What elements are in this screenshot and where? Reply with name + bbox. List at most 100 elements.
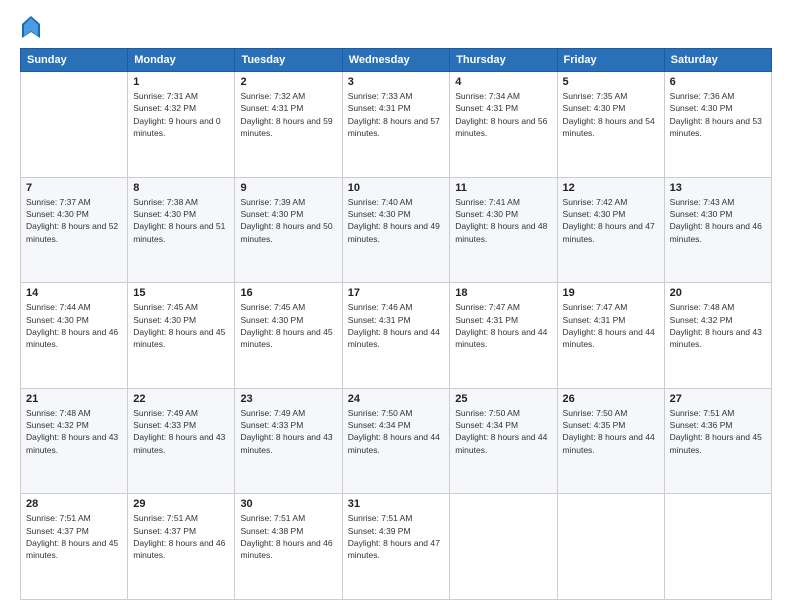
day-detail: Sunrise: 7:47 AMSunset: 4:31 PMDaylight:… [455,301,551,350]
calendar-cell: 10 Sunrise: 7:40 AMSunset: 4:30 PMDayligh… [342,177,450,283]
calendar-cell: 3 Sunrise: 7:33 AMSunset: 4:31 PMDaylight… [342,72,450,178]
calendar-cell: 24 Sunrise: 7:50 AMSunset: 4:34 PMDayligh… [342,388,450,494]
day-number: 11 [455,182,551,194]
day-detail: Sunrise: 7:51 AMSunset: 4:38 PMDaylight:… [240,512,336,561]
calendar-cell: 6 Sunrise: 7:36 AMSunset: 4:30 PMDaylight… [664,72,771,178]
day-number: 1 [133,76,229,88]
day-detail: Sunrise: 7:40 AMSunset: 4:30 PMDaylight:… [348,196,445,245]
day-detail: Sunrise: 7:49 AMSunset: 4:33 PMDaylight:… [133,407,229,456]
calendar-week-row: 7 Sunrise: 7:37 AMSunset: 4:30 PMDaylight… [21,177,772,283]
day-number: 3 [348,76,445,88]
day-number: 8 [133,182,229,194]
day-number: 12 [563,182,659,194]
calendar-cell: 25Sunrise: 7:50 AMSunset: 4:34 PMDayligh… [450,388,557,494]
day-number: 6 [670,76,766,88]
day-number: 9 [240,182,336,194]
day-number: 29 [133,498,229,510]
calendar-cell [21,72,128,178]
day-detail: Sunrise: 7:43 AMSunset: 4:30 PMDaylight:… [670,196,766,245]
calendar-cell: 9 Sunrise: 7:39 AMSunset: 4:30 PMDaylight… [235,177,342,283]
calendar-cell: 8 Sunrise: 7:38 AMSunset: 4:30 PMDaylight… [128,177,235,283]
calendar-cell [450,494,557,600]
day-number: 21 [26,393,122,405]
calendar-cell: 28 Sunrise: 7:51 AMSunset: 4:37 PMDayligh… [21,494,128,600]
header-tuesday: Tuesday [235,49,342,72]
calendar-cell: 17Sunrise: 7:46 AMSunset: 4:31 PMDayligh… [342,283,450,389]
calendar-cell [664,494,771,600]
day-detail: Sunrise: 7:51 AMSunset: 4:36 PMDaylight:… [670,407,766,456]
day-detail: Sunrise: 7:51 AMSunset: 4:37 PMDaylight:… [26,512,122,561]
day-detail: Sunrise: 7:36 AMSunset: 4:30 PMDaylight:… [670,90,766,139]
day-number: 22 [133,393,229,405]
calendar-week-row: 14Sunrise: 7:44 AMSunset: 4:30 PMDayligh… [21,283,772,389]
calendar-cell: 5 Sunrise: 7:35 AMSunset: 4:30 PMDaylight… [557,72,664,178]
calendar-cell: 30 Sunrise: 7:51 AMSunset: 4:38 PMDayligh… [235,494,342,600]
calendar-cell: 7 Sunrise: 7:37 AMSunset: 4:30 PMDaylight… [21,177,128,283]
calendar-cell: 11Sunrise: 7:41 AMSunset: 4:30 PMDayligh… [450,177,557,283]
day-number: 23 [240,393,336,405]
day-number: 7 [26,182,122,194]
day-detail: Sunrise: 7:48 AMSunset: 4:32 PMDaylight:… [26,407,122,456]
day-detail: Sunrise: 7:35 AMSunset: 4:30 PMDaylight:… [563,90,659,139]
calendar-week-row: 1Sunrise: 7:31 AMSunset: 4:32 PMDaylight… [21,72,772,178]
calendar-cell: 16 Sunrise: 7:45 AMSunset: 4:30 PMDayligh… [235,283,342,389]
day-number: 19 [563,287,659,299]
logo-icon [22,16,40,38]
calendar-cell: 12Sunrise: 7:42 AMSunset: 4:30 PMDayligh… [557,177,664,283]
day-detail: Sunrise: 7:51 AMSunset: 4:39 PMDaylight:… [348,512,445,561]
logo [20,18,40,38]
day-number: 5 [563,76,659,88]
calendar-week-row: 28 Sunrise: 7:51 AMSunset: 4:37 PMDayligh… [21,494,772,600]
header-sunday: Sunday [21,49,128,72]
day-detail: Sunrise: 7:37 AMSunset: 4:30 PMDaylight:… [26,196,122,245]
day-number: 27 [670,393,766,405]
day-detail: Sunrise: 7:33 AMSunset: 4:31 PMDaylight:… [348,90,445,139]
calendar-cell: 20 Sunrise: 7:48 AMSunset: 4:32 PMDayligh… [664,283,771,389]
day-number: 28 [26,498,122,510]
day-number: 30 [240,498,336,510]
calendar-cell: 14Sunrise: 7:44 AMSunset: 4:30 PMDayligh… [21,283,128,389]
day-detail: Sunrise: 7:39 AMSunset: 4:30 PMDaylight:… [240,196,336,245]
day-number: 26 [563,393,659,405]
day-number: 24 [348,393,445,405]
calendar-cell: 4 Sunrise: 7:34 AMSunset: 4:31 PMDaylight… [450,72,557,178]
day-number: 14 [26,287,122,299]
calendar-cell: 22 Sunrise: 7:49 AMSunset: 4:33 PMDayligh… [128,388,235,494]
day-number: 13 [670,182,766,194]
header-monday: Monday [128,49,235,72]
calendar-cell: 13 Sunrise: 7:43 AMSunset: 4:30 PMDayligh… [664,177,771,283]
calendar-cell: 19 Sunrise: 7:47 AMSunset: 4:31 PMDayligh… [557,283,664,389]
day-number: 16 [240,287,336,299]
calendar-cell: 26 Sunrise: 7:50 AMSunset: 4:35 PMDayligh… [557,388,664,494]
calendar-cell: 27 Sunrise: 7:51 AMSunset: 4:36 PMDayligh… [664,388,771,494]
day-number: 4 [455,76,551,88]
day-detail: Sunrise: 7:45 AMSunset: 4:30 PMDaylight:… [133,301,229,350]
day-number: 15 [133,287,229,299]
day-detail: Sunrise: 7:50 AMSunset: 4:34 PMDaylight:… [455,407,551,456]
calendar-week-row: 21 Sunrise: 7:48 AMSunset: 4:32 PMDayligh… [21,388,772,494]
header-wednesday: Wednesday [342,49,450,72]
day-detail: Sunrise: 7:48 AMSunset: 4:32 PMDaylight:… [670,301,766,350]
calendar-cell: 1Sunrise: 7:31 AMSunset: 4:32 PMDaylight… [128,72,235,178]
calendar-cell: 21 Sunrise: 7:48 AMSunset: 4:32 PMDayligh… [21,388,128,494]
calendar-cell: 18 Sunrise: 7:47 AMSunset: 4:31 PMDayligh… [450,283,557,389]
day-number: 18 [455,287,551,299]
day-detail: Sunrise: 7:50 AMSunset: 4:35 PMDaylight:… [563,407,659,456]
day-detail: Sunrise: 7:51 AMSunset: 4:37 PMDaylight:… [133,512,229,561]
header-saturday: Saturday [664,49,771,72]
day-detail: Sunrise: 7:38 AMSunset: 4:30 PMDaylight:… [133,196,229,245]
day-detail: Sunrise: 7:34 AMSunset: 4:31 PMDaylight:… [455,90,551,139]
header-thursday: Thursday [450,49,557,72]
day-detail: Sunrise: 7:32 AMSunset: 4:31 PMDaylight:… [240,90,336,139]
day-detail: Sunrise: 7:50 AMSunset: 4:34 PMDaylight:… [348,407,445,456]
calendar-header-row: Sunday Monday Tuesday Wednesday Thursday… [21,49,772,72]
day-detail: Sunrise: 7:47 AMSunset: 4:31 PMDaylight:… [563,301,659,350]
day-number: 10 [348,182,445,194]
day-detail: Sunrise: 7:45 AMSunset: 4:30 PMDaylight:… [240,301,336,350]
header-friday: Friday [557,49,664,72]
day-number: 20 [670,287,766,299]
day-number: 2 [240,76,336,88]
calendar-cell: 29 Sunrise: 7:51 AMSunset: 4:37 PMDayligh… [128,494,235,600]
calendar-page: Sunday Monday Tuesday Wednesday Thursday… [0,0,792,612]
day-detail: Sunrise: 7:49 AMSunset: 4:33 PMDaylight:… [240,407,336,456]
